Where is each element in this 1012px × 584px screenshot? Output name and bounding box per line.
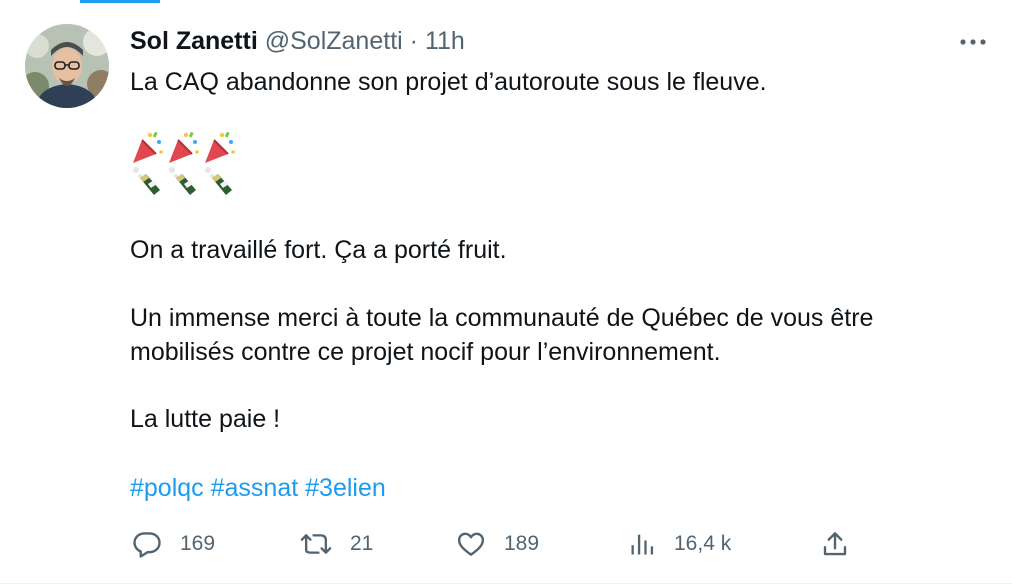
tweet-text-line: On a travaillé fort. Ça a porté fruit. bbox=[130, 236, 507, 264]
hashtags: #polqc #assnat #3elien bbox=[130, 473, 386, 503]
action-bar: 169 21 189 16,4 k bbox=[0, 522, 1012, 566]
author-name[interactable]: Sol Zanetti bbox=[130, 27, 258, 55]
header-separator: · bbox=[409, 27, 418, 55]
views-button[interactable]: 16,4 k bbox=[628, 522, 731, 566]
avatar-photo bbox=[25, 24, 109, 108]
more-icon bbox=[960, 39, 986, 45]
avatar[interactable] bbox=[25, 24, 109, 108]
reply-button[interactable]: 169 bbox=[132, 522, 215, 566]
tweet-timestamp[interactable]: 11h bbox=[425, 27, 465, 55]
emoji-row bbox=[130, 164, 238, 203]
retweet-count: 21 bbox=[350, 532, 374, 555]
reply-count: 169 bbox=[180, 532, 216, 555]
tweet-header: Sol Zanetti @SolZanetti · 11h bbox=[130, 26, 465, 56]
champagne-icon bbox=[133, 167, 232, 195]
tweet[interactable]: Sol Zanetti @SolZanetti · 11h La CAQ aba… bbox=[0, 0, 1012, 584]
share-icon bbox=[823, 532, 847, 556]
tweet-text-line: mobilisés contre ce projet nocif pour l’… bbox=[130, 338, 721, 366]
heart-icon bbox=[457, 532, 485, 556]
hashtag-link[interactable]: #assnat bbox=[211, 474, 299, 502]
hashtag-link[interactable]: #polqc bbox=[130, 474, 204, 502]
reply-icon bbox=[133, 532, 161, 558]
tweet-text-line: La lutte paie ! bbox=[130, 405, 281, 433]
hashtag-link[interactable]: #3elien bbox=[305, 474, 386, 502]
like-button[interactable]: 189 bbox=[456, 522, 539, 566]
author-handle[interactable]: @SolZanetti bbox=[265, 27, 403, 55]
more-options-button[interactable] bbox=[956, 28, 990, 56]
share-button[interactable] bbox=[820, 522, 850, 566]
tweet-text-line: La CAQ abandonne son projet d’autoroute … bbox=[130, 68, 767, 96]
retweet-button[interactable]: 21 bbox=[300, 522, 373, 566]
party-popper-icon bbox=[133, 131, 235, 163]
views-count: 16,4 k bbox=[674, 532, 732, 555]
analytics-icon bbox=[631, 534, 654, 555]
retweet-icon bbox=[300, 534, 332, 554]
tweet-text-line: Un immense merci à toute la communauté d… bbox=[130, 304, 874, 332]
like-count: 189 bbox=[504, 532, 540, 555]
